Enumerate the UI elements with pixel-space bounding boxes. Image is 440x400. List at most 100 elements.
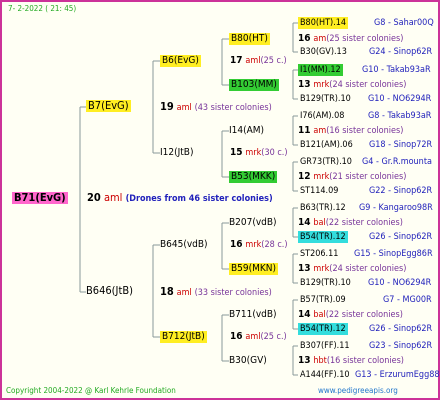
gen3-sire-top-1[interactable]: B80(HT).14 (298, 17, 349, 29)
gen3-colonies-3: (16 sister colonies) (326, 126, 404, 136)
gen3-sire-bot-4[interactable]: ST114.09 (300, 185, 338, 197)
gen1-info-2: 18 aml (33 sister colonies) (160, 286, 272, 299)
gen3-sire-bot-code-7: G26 - Sinop62R (369, 324, 433, 334)
gen3-queen-6[interactable]: B59(MKN) (229, 263, 279, 275)
gen3-info-2: 13 mrk(24 sister colonies) (298, 79, 406, 91)
gen3-sire-bot-3[interactable]: B121(AM).06 (300, 139, 353, 151)
gen1-year-1: 19 (160, 100, 174, 113)
gen3-sire-bot-code-2: G10 - NO6294R (368, 94, 432, 104)
gen3-info-3: 11 am(16 sister colonies) (298, 125, 403, 137)
root-queen[interactable]: B71(EvG) (12, 192, 68, 204)
gen3-queen-2[interactable]: B103(MM) (229, 79, 279, 91)
gen3-sire-top-code-4: G4 - Gr.R.mounta (362, 157, 432, 167)
gen3-sire-bot-6[interactable]: B129(TR).10 (300, 277, 351, 289)
gen3-sire-bot-1[interactable]: B30(GV).13 (300, 46, 347, 58)
gen3-info-8: 13 hbt(16 sister colonies) (298, 355, 404, 367)
gen1-year-2: 18 (160, 285, 174, 298)
gen2-queen-4[interactable]: B712(JtB) (160, 331, 207, 343)
gen3-sire-top-6[interactable]: ST206.11 (300, 248, 338, 260)
gen3-colonies-2: (24 sister colonies) (329, 80, 407, 90)
gen3-queen-7[interactable]: B711(vdB) (229, 309, 277, 321)
gen2-colonies-4: (25 c.) (260, 332, 287, 342)
gen3-queen-4[interactable]: B53(MKK) (229, 171, 278, 183)
copyright-text: Copyright 2004-2022 @ Karl Kehrle Founda… (6, 386, 176, 395)
gen2-info-4: 16 aml(25 c.) (230, 331, 287, 343)
gen2-unit-2: mrk (245, 148, 262, 158)
gen1-unit-2: aml (176, 288, 192, 298)
gen2-colonies-2: (30 c.) (261, 148, 288, 158)
gen3-year-3: 11 (298, 125, 311, 136)
gen3-sire-top-4[interactable]: GR73(TR).10 (300, 156, 352, 168)
gen3-info-7: 14 bal(22 sister colonies) (298, 309, 403, 321)
gen3-year-2: 13 (298, 79, 311, 90)
gen2-year-1: 17 (230, 55, 243, 66)
date-header: 7- 2-2022 ( 21: 45) (8, 4, 77, 13)
gen3-sire-bot-code-1: G24 - Sinop62R (369, 47, 433, 57)
gen3-colonies-1: (25 sister colonies) (326, 34, 404, 44)
gen3-unit-3: am (313, 126, 327, 136)
gen3-year-8: 13 (298, 355, 311, 366)
gen3-sire-bot-7[interactable]: B54(TR).12 (298, 323, 348, 335)
gen2-queen-3[interactable]: B645(vdB) (160, 239, 208, 251)
gen3-year-6: 13 (298, 263, 311, 274)
gen3-sire-bot-code-5: G26 - Sinop62R (369, 232, 433, 242)
gen3-sire-top-code-3: G8 - Takab93aR (368, 111, 432, 121)
gen3-sire-top-8[interactable]: B307(FF).11 (300, 340, 350, 352)
gen3-year-4: 12 (298, 171, 311, 182)
gen2-info-2: 15 mrk(30 c.) (230, 147, 288, 159)
gen3-sire-top-code-7: G7 - MG00R (383, 295, 432, 305)
gen3-unit-4: mrk (313, 172, 330, 182)
gen2-queen-1[interactable]: B6(EvG) (160, 55, 201, 67)
gen3-sire-top-code-8: G23 - Sinop62R (369, 341, 433, 351)
root-info: 20 aml (Drones from 46 sister colonies) (87, 192, 273, 205)
gen3-colonies-4: (21 sister colonies) (329, 172, 407, 182)
gen3-sire-bot-5[interactable]: B54(TR).12 (298, 231, 348, 243)
gen3-sire-top-code-1: G8 - Sahar00Q (374, 18, 434, 28)
gen3-info-6: 13 mrk(24 sister colonies) (298, 263, 406, 275)
gen3-sire-bot-code-3: G18 - Sinop72R (369, 140, 433, 150)
gen1-info-1: 19 aml (43 sister colonies) (160, 101, 272, 114)
root-unit: aml (103, 191, 123, 204)
gen2-colonies-1: (25 c.) (260, 56, 287, 66)
gen3-unit-2: mrk (313, 80, 330, 90)
gen3-sire-top-7[interactable]: B57(TR).09 (300, 294, 346, 306)
gen3-sire-top-code-2: G10 - Takab93aR (362, 65, 431, 75)
gen2-year-4: 16 (230, 331, 243, 342)
gen3-unit-7: bal (313, 310, 326, 320)
gen3-sire-top-2[interactable]: I1(MM).12 (298, 64, 343, 76)
gen3-year-7: 14 (298, 309, 311, 320)
gen2-unit-3: mrk (245, 240, 262, 250)
gen2-year-2: 15 (230, 147, 243, 158)
gen3-year-1: 16 (298, 33, 311, 44)
gen1-colonies-2: (33 sister colonies) (194, 288, 272, 298)
gen3-colonies-7: (22 sister colonies) (325, 310, 403, 320)
gen3-queen-1[interactable]: B80(HT) (229, 33, 270, 45)
gen3-info-4: 12 mrk(21 sister colonies) (298, 171, 406, 183)
gen3-sire-bot-2[interactable]: B129(TR).10 (300, 93, 351, 105)
gen2-unit-1: aml (245, 56, 261, 66)
gen3-queen-5[interactable]: B207(vdB) (229, 217, 277, 229)
gen1-colonies-1: (43 sister colonies) (194, 103, 272, 113)
gen2-year-3: 16 (230, 239, 243, 250)
gen2-unit-4: aml (245, 332, 261, 342)
gen3-info-1: 16 am(25 sister colonies) (298, 33, 403, 45)
gen3-sire-top-3[interactable]: I76(AM).08 (300, 110, 344, 122)
root-year: 20 (87, 191, 101, 204)
site-link[interactable]: www.pedigreeapis.org (318, 385, 398, 397)
gen3-sire-bot-code-6: G10 - NO6294R (368, 278, 432, 288)
gen3-queen-8[interactable]: B30(GV) (229, 355, 267, 367)
gen2-info-3: 16 mrk(28 c.) (230, 239, 288, 251)
gen1-queen-1[interactable]: B7(EvG) (86, 100, 131, 112)
gen1-queen-2[interactable]: B646(JtB) (86, 285, 133, 297)
gen3-unit-5: bal (313, 218, 326, 228)
gen2-queen-2[interactable]: I12(JtB) (160, 147, 193, 159)
gen3-colonies-8: (16 sister colonies) (326, 356, 404, 366)
gen3-sire-bot-code-8: G13 - ErzurumEgg88 (355, 370, 440, 380)
gen3-sire-top-5[interactable]: B63(TR).12 (300, 202, 346, 214)
gen2-colonies-3: (28 c.) (261, 240, 288, 250)
gen3-queen-3[interactable]: I14(AM) (229, 125, 264, 137)
gen2-info-1: 17 aml(25 c.) (230, 55, 287, 67)
gen3-sire-bot-8[interactable]: A144(FF).10 (300, 369, 350, 381)
gen3-sire-top-code-6: G15 - SinopEgg86R (354, 249, 433, 259)
gen3-sire-bot-code-4: G22 - Sinop62R (369, 186, 433, 196)
